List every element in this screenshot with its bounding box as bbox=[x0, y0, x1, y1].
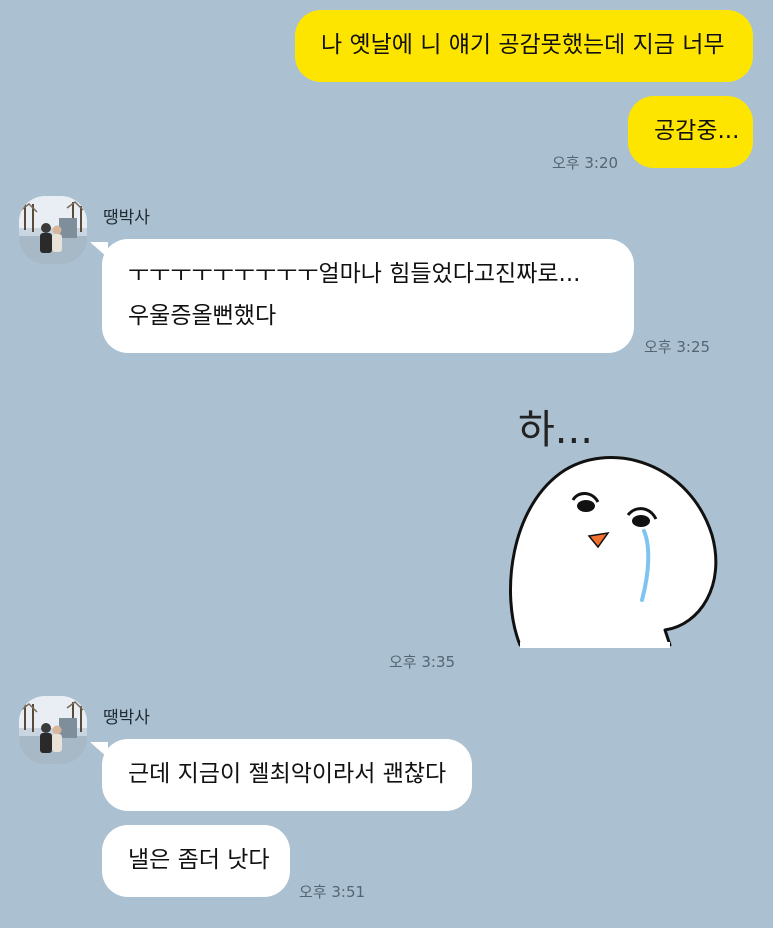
message-text: 낼은 좀더 낫다 bbox=[128, 847, 270, 873]
message-text-line: 우울증올뻔했다 bbox=[128, 303, 277, 329]
avatar-photo-icon bbox=[19, 196, 87, 264]
crying-snowman-sticker-icon: 하... bbox=[509, 407, 718, 648]
message-bubble-theirs[interactable]: 근데 지금이 젤최악이라서 괜찮다 bbox=[102, 739, 472, 811]
avatar-photo-icon bbox=[19, 696, 87, 764]
message-bubble-theirs[interactable]: 낼은 좀더 낫다 bbox=[102, 825, 290, 897]
sticker-message[interactable]: 하... bbox=[490, 395, 730, 650]
message-text: 공감중... bbox=[654, 118, 740, 144]
sender-avatar[interactable] bbox=[19, 196, 87, 264]
message-timestamp: 오후 3:35 bbox=[389, 653, 456, 671]
message-bubble-theirs[interactable]: ㅜㅜㅜㅜㅜㅜㅜㅜㅜ얼마나 힘들었다고진짜로... 우울증올뻔했다 bbox=[102, 239, 634, 353]
message-text: 나 옛날에 니 얘기 공감못했는데 지금 너무 bbox=[321, 32, 725, 58]
message-bubble-mine[interactable]: 나 옛날에 니 얘기 공감못했는데 지금 너무 bbox=[295, 10, 753, 82]
message-bubble-mine[interactable]: 공감중... bbox=[628, 96, 753, 168]
sender-name: 땡박사 bbox=[103, 208, 150, 228]
sticker-text: 하... bbox=[518, 407, 593, 453]
message-timestamp: 오후 3:20 bbox=[552, 154, 619, 172]
message-timestamp: 오후 3:51 bbox=[299, 883, 366, 901]
message-text: 근데 지금이 젤최악이라서 괜찮다 bbox=[128, 761, 447, 787]
message-timestamp: 오후 3:25 bbox=[644, 338, 711, 356]
sender-name: 땡박사 bbox=[103, 708, 150, 728]
sender-avatar[interactable] bbox=[19, 696, 87, 764]
message-text-line: ㅜㅜㅜㅜㅜㅜㅜㅜㅜ얼마나 힘들었다고진짜로... bbox=[128, 261, 581, 287]
